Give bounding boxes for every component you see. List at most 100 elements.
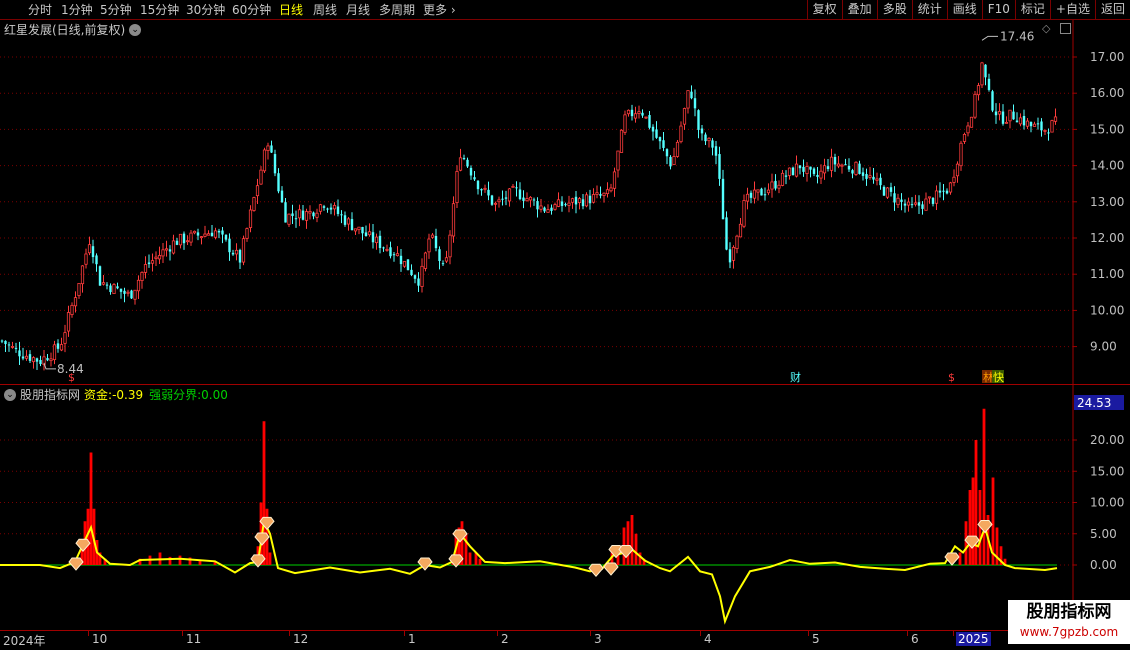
candle-down xyxy=(168,249,172,252)
candle-down xyxy=(221,230,224,235)
candle-up xyxy=(430,234,435,238)
candle-down xyxy=(273,154,277,174)
diamond-signal-icon xyxy=(68,557,84,571)
candle-down xyxy=(802,166,805,172)
period-1min[interactable]: 1分钟 xyxy=(61,2,93,18)
candle-up xyxy=(126,291,130,294)
candle-down xyxy=(588,195,592,204)
adjust-button[interactable]: 复权 xyxy=(806,0,842,20)
candle-up xyxy=(367,231,372,236)
candle-down xyxy=(28,354,32,361)
candle-down xyxy=(35,358,39,362)
fund-bar xyxy=(464,533,468,565)
period-15min[interactable]: 15分钟 xyxy=(140,2,179,18)
candle-up xyxy=(451,203,456,237)
candle-down xyxy=(749,192,753,198)
candle-down xyxy=(476,180,480,190)
candle-up xyxy=(213,230,218,238)
multi-stock-button[interactable]: 多股 xyxy=(876,0,912,20)
candle-up xyxy=(619,129,624,153)
period-60min[interactable]: 60分钟 xyxy=(232,2,271,18)
period-30min[interactable]: 30分钟 xyxy=(186,2,225,18)
candle-up xyxy=(819,170,823,179)
candle-down xyxy=(812,168,816,174)
time-tick xyxy=(953,631,954,636)
candle-down xyxy=(882,186,886,196)
period-multi[interactable]: 多周期 xyxy=(379,2,415,18)
candle-up xyxy=(787,167,792,176)
candle-down xyxy=(658,137,662,142)
period-weekly[interactable]: 周线 xyxy=(313,2,337,18)
candle-down xyxy=(490,195,494,205)
diamond-signal-icon xyxy=(588,563,604,578)
candle-up xyxy=(766,189,771,194)
high-label: 17.46 xyxy=(1000,29,1034,43)
candle-up xyxy=(385,248,389,251)
candle-down xyxy=(410,269,413,276)
candle-down xyxy=(798,165,802,169)
fund-bar xyxy=(982,408,986,565)
period-daily[interactable]: 日线 xyxy=(279,2,303,18)
candle-up xyxy=(112,284,116,295)
candle-down xyxy=(515,187,518,189)
time-label: 10 xyxy=(92,632,108,646)
window-toggle-icon[interactable] xyxy=(1060,23,1071,34)
kline-panel[interactable]: 17.00 16.00 15.00 14.00 13.00 12.00 11.00 10.00… xyxy=(0,20,1130,384)
candle-down xyxy=(651,126,655,132)
candle-up xyxy=(259,169,263,185)
period-more[interactable]: 更多 › xyxy=(423,2,456,18)
candle-up xyxy=(1053,116,1058,122)
watermark-title: 股朋指标网 xyxy=(1026,602,1112,622)
candle-up xyxy=(952,176,956,183)
candle-up xyxy=(241,238,246,263)
draw-line-button[interactable]: 画线 xyxy=(946,0,982,20)
price-tick-label: 10.00 xyxy=(1090,303,1124,317)
indicator-panel[interactable]: 20.00 15.00 10.00 5.00 0.00 24.53 ⌄ 股朋指标网 资金:… xyxy=(0,385,1130,630)
candle-down xyxy=(816,174,819,177)
candle-up xyxy=(637,111,641,114)
high-pointer xyxy=(981,35,998,41)
chevron-down-icon[interactable]: ⌄ xyxy=(4,389,16,401)
candle-up xyxy=(315,212,319,218)
price-tick-label: 12.00 xyxy=(1090,231,1124,245)
statistics-button[interactable]: 统计 xyxy=(911,0,947,20)
candle-down xyxy=(522,197,525,201)
candle-up xyxy=(836,163,841,167)
time-label: 6 xyxy=(911,632,919,646)
candle-down xyxy=(473,177,476,180)
candle-down xyxy=(392,254,396,256)
candle-down xyxy=(858,163,861,174)
candle-down xyxy=(690,91,693,99)
fund-bar xyxy=(630,515,634,565)
candle-down xyxy=(326,208,329,210)
mark-button[interactable]: 标记 xyxy=(1014,0,1050,20)
candle-down xyxy=(844,164,847,166)
time-tick xyxy=(808,631,809,636)
time-tick xyxy=(289,631,290,636)
candle-up xyxy=(1032,123,1037,127)
price-tick-label: 17.00 xyxy=(1090,50,1124,64)
candle-down xyxy=(441,263,445,265)
candle-down xyxy=(900,199,903,202)
period-intraday[interactable]: 分时 xyxy=(28,2,52,18)
time-label: 5 xyxy=(812,632,820,646)
period-monthly[interactable]: 月线 xyxy=(346,2,370,18)
candle-up xyxy=(10,346,15,348)
candle-down xyxy=(361,226,364,234)
time-tick xyxy=(700,631,701,636)
back-button[interactable]: 返回 xyxy=(1094,0,1130,20)
add-watchlist-button[interactable]: +自选 xyxy=(1049,0,1095,20)
settings-diamond-icon[interactable]: ◇ xyxy=(1042,22,1050,35)
chevron-down-icon[interactable]: ⌄ xyxy=(129,24,142,36)
candle-up xyxy=(31,357,36,363)
candle-up xyxy=(84,253,88,265)
candle-down xyxy=(942,190,945,192)
candle-down xyxy=(910,204,914,206)
candle-up xyxy=(591,194,596,203)
candle-up xyxy=(507,188,512,202)
period-5min[interactable]: 5分钟 xyxy=(100,2,132,18)
f10-button[interactable]: F10 xyxy=(981,0,1015,20)
candle-up xyxy=(1025,120,1030,127)
overlay-button[interactable]: 叠加 xyxy=(841,0,877,20)
boundary-value: 0.00 xyxy=(201,388,228,402)
